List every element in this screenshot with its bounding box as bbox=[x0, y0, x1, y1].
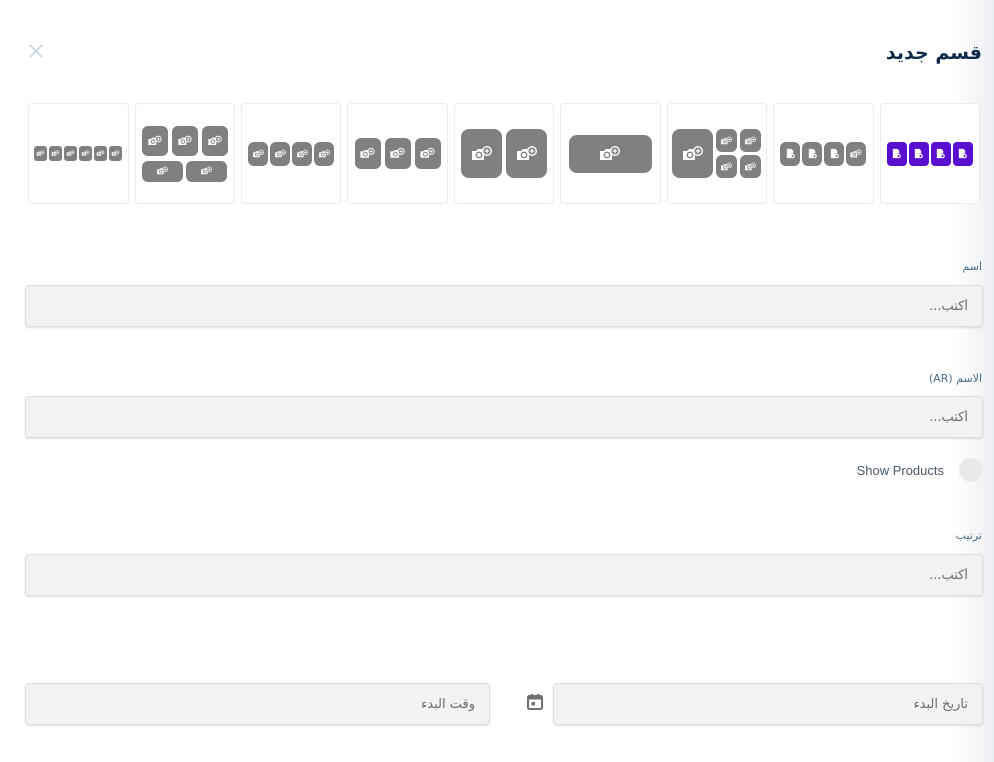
layout-tile bbox=[824, 141, 845, 166]
start-date-input[interactable] bbox=[554, 684, 982, 724]
camera-add-icon bbox=[177, 135, 193, 147]
start-time-input[interactable] bbox=[26, 684, 489, 724]
camera-add-icon bbox=[36, 150, 45, 157]
layout-tile bbox=[952, 141, 973, 166]
layout-tile bbox=[802, 141, 823, 166]
layout-tile bbox=[780, 141, 801, 166]
order-label: ترتيب bbox=[955, 529, 982, 542]
close-icon bbox=[29, 44, 43, 58]
camera-add-icon bbox=[389, 147, 406, 160]
camera-add-icon bbox=[598, 145, 622, 163]
product-icon bbox=[829, 148, 840, 159]
camera-add-icon bbox=[274, 149, 287, 159]
camera-add-icon bbox=[96, 150, 105, 157]
page-title: قسم جديد bbox=[885, 42, 982, 64]
camera-add-icon bbox=[66, 150, 75, 157]
start-date-wrapper bbox=[553, 683, 983, 725]
order-field-wrapper bbox=[25, 554, 983, 596]
name-field-wrapper bbox=[25, 285, 983, 327]
layout-tile bbox=[930, 141, 951, 166]
start-time-wrapper bbox=[25, 683, 490, 725]
layout-option-camera-products[interactable] bbox=[773, 103, 874, 204]
layout-tile bbox=[141, 160, 183, 182]
calendar-icon bbox=[527, 694, 543, 710]
camera-add-icon bbox=[720, 162, 733, 172]
layout-tile bbox=[414, 138, 441, 169]
camera-add-icon bbox=[470, 145, 494, 163]
layout-option-large-four-small[interactable] bbox=[666, 103, 768, 204]
layout-tile bbox=[568, 134, 652, 173]
camera-add-icon bbox=[156, 166, 169, 176]
camera-add-icon bbox=[744, 162, 757, 172]
camera-add-icon bbox=[51, 150, 60, 157]
layout-tile bbox=[292, 141, 313, 166]
product-icon bbox=[935, 148, 946, 159]
layout-option-four-products[interactable] bbox=[879, 103, 980, 204]
show-products-label: Show Products bbox=[856, 462, 944, 478]
layout-tile bbox=[908, 141, 929, 166]
camera-add-icon bbox=[252, 149, 265, 159]
layout-option-three-medium[interactable] bbox=[347, 103, 448, 204]
product-icon bbox=[891, 148, 902, 159]
camera-add-icon bbox=[720, 136, 733, 146]
layout-tile bbox=[846, 141, 867, 166]
camera-add-icon bbox=[681, 145, 705, 163]
layout-option-six-tiny[interactable] bbox=[28, 103, 129, 204]
show-products-toggle[interactable] bbox=[959, 458, 983, 482]
product-icon bbox=[957, 148, 968, 159]
layout-tile bbox=[109, 146, 123, 161]
camera-add-icon bbox=[318, 149, 331, 159]
layout-tile bbox=[886, 141, 907, 166]
name-ar-input[interactable] bbox=[26, 397, 982, 437]
camera-add-icon bbox=[200, 166, 213, 176]
layout-option-single-wide[interactable] bbox=[560, 103, 661, 204]
order-input[interactable] bbox=[26, 555, 982, 595]
camera-add-icon bbox=[359, 147, 376, 160]
layout-tile bbox=[740, 155, 762, 178]
layout-picker bbox=[28, 103, 980, 204]
layout-option-three-two[interactable] bbox=[134, 103, 235, 204]
layout-tile bbox=[672, 129, 714, 178]
camera-add-icon bbox=[81, 150, 90, 157]
product-icon bbox=[785, 148, 796, 159]
camera-add-icon bbox=[207, 135, 223, 147]
layout-tile bbox=[34, 146, 48, 161]
layout-tile bbox=[171, 125, 198, 156]
layout-tile bbox=[94, 146, 108, 161]
close-button[interactable] bbox=[27, 42, 45, 60]
layout-tile bbox=[506, 129, 548, 178]
product-icon bbox=[807, 148, 818, 159]
layout-tile bbox=[201, 125, 228, 156]
camera-add-icon bbox=[296, 149, 309, 159]
layout-tile bbox=[185, 160, 227, 182]
layout-tile bbox=[248, 141, 269, 166]
name-ar-field-wrapper bbox=[25, 396, 983, 438]
layout-option-two-large[interactable] bbox=[453, 103, 555, 204]
name-input[interactable] bbox=[26, 286, 982, 326]
layout-tile bbox=[716, 129, 738, 152]
layout-tile bbox=[354, 138, 381, 169]
layout-tile bbox=[64, 146, 78, 161]
calendar-button[interactable] bbox=[526, 693, 544, 711]
camera-add-icon bbox=[419, 147, 436, 160]
product-icon bbox=[913, 148, 924, 159]
layout-option-four-small[interactable] bbox=[240, 103, 342, 204]
layout-tile bbox=[79, 146, 93, 161]
camera-add-icon bbox=[147, 135, 163, 147]
camera-add-icon bbox=[744, 136, 757, 146]
layout-tile bbox=[716, 155, 738, 178]
name-ar-label: الاسم (AR) bbox=[928, 372, 982, 385]
layout-tile bbox=[461, 129, 503, 178]
show-products-row: Show Products bbox=[857, 458, 983, 482]
layout-tile bbox=[384, 138, 411, 169]
camera-add-icon bbox=[849, 149, 863, 159]
layout-tile bbox=[49, 146, 63, 161]
layout-tile bbox=[270, 141, 291, 166]
layout-tile bbox=[740, 129, 762, 152]
name-label: اسم bbox=[962, 260, 982, 273]
camera-add-icon bbox=[515, 145, 539, 163]
layout-tile bbox=[141, 125, 168, 156]
layout-tile bbox=[314, 141, 335, 166]
camera-add-icon bbox=[111, 150, 120, 157]
